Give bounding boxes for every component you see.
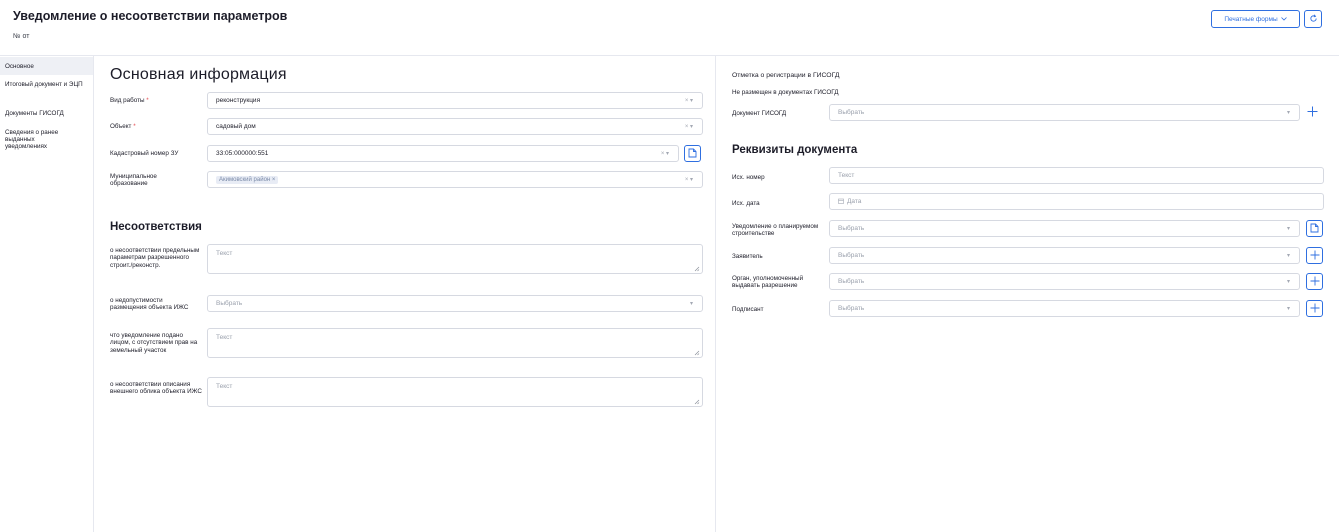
- gisogd-document-select[interactable]: Выбрать ▾: [829, 104, 1300, 121]
- signer-label: Подписант: [732, 306, 764, 313]
- page-title: Уведомление о несоответствии параметров: [13, 9, 288, 23]
- appearance-label: о несоответствии описания внешнего облик…: [110, 381, 202, 396]
- chevron-down-icon: ▾: [1286, 226, 1290, 232]
- object-select[interactable]: садовый дом × ▾: [207, 118, 703, 135]
- plus-icon: [1310, 276, 1320, 288]
- municipal-tag[interactable]: Акимовский район ×: [216, 175, 279, 184]
- registration-title: Отметка о регистрации в ГИСОГД: [732, 72, 840, 79]
- plus-icon: [1310, 303, 1320, 315]
- calendar-icon: [838, 198, 844, 206]
- gisogd-document-placeholder: Выбрать: [838, 109, 865, 116]
- resize-grip-icon[interactable]: [694, 266, 700, 272]
- chevron-down-icon: ▾: [1286, 279, 1290, 285]
- add-authority-button[interactable]: [1306, 273, 1323, 290]
- work-type-value: реконструкция: [216, 97, 261, 104]
- plus-icon: [1310, 250, 1320, 262]
- print-forms-button[interactable]: Печатные формы: [1211, 10, 1300, 28]
- out-number-input[interactable]: Текст: [829, 167, 1324, 184]
- inadmissible-label: о недопустимости размещения объекта ИЖС: [110, 297, 189, 312]
- municipal-select[interactable]: Акимовский район × × ▾: [207, 171, 703, 188]
- resize-grip-icon[interactable]: [694, 399, 700, 405]
- no-rights-textarea[interactable]: Текст: [207, 328, 703, 358]
- mismatch-params-placeholder: Текст: [216, 250, 233, 257]
- open-planned-notice-button[interactable]: [1306, 220, 1323, 237]
- refresh-icon: [1309, 13, 1318, 25]
- authority-label: Орган, уполномоченный выдавать разрешени…: [732, 275, 804, 290]
- authority-select[interactable]: Выбрать ▾: [829, 273, 1300, 290]
- chevron-down-icon: ▾: [689, 301, 693, 307]
- clear-chevron-icon: × ▾: [684, 98, 693, 104]
- inadmissible-placeholder: Выбрать: [216, 300, 243, 307]
- signer-select[interactable]: Выбрать ▾: [829, 300, 1300, 317]
- chevron-down-icon: [1280, 16, 1287, 23]
- sidebar-item-main[interactable]: Основное: [0, 57, 93, 75]
- work-type-select[interactable]: реконструкция × ▾: [207, 92, 703, 109]
- signer-placeholder: Выбрать: [838, 305, 865, 312]
- print-forms-label: Печатные формы: [1224, 15, 1278, 23]
- page-header: Уведомление о несоответствии параметров …: [0, 0, 1339, 56]
- out-number-placeholder: Текст: [838, 172, 855, 179]
- out-date-input[interactable]: Дата: [829, 193, 1324, 210]
- cadastral-value: 33:05:000000:551: [216, 150, 269, 157]
- sidebar-item-gisogd-documents[interactable]: Документы ГИСОГД: [0, 110, 93, 117]
- document-icon: [1310, 223, 1319, 235]
- municipal-label: Муниципальное образование: [110, 173, 157, 188]
- out-date-label: Исх. дата: [732, 200, 760, 207]
- appearance-placeholder: Текст: [216, 383, 233, 390]
- add-applicant-button[interactable]: [1306, 247, 1323, 264]
- planned-notice-placeholder: Выбрать: [838, 225, 865, 232]
- chevron-down-icon: ▾: [1286, 253, 1290, 259]
- registration-section: Отметка о регистрации в ГИСОГД Не размещ…: [717, 56, 1339, 532]
- cadastral-select[interactable]: 33:05:000000:551 × ▾: [207, 145, 679, 162]
- main-info-section: Основная информация Вид работы * реконст…: [94, 56, 716, 532]
- mismatch-params-textarea[interactable]: Текст: [207, 244, 703, 274]
- work-type-label: Вид работы *: [110, 97, 149, 104]
- plus-icon: [1307, 106, 1318, 119]
- authority-placeholder: Выбрать: [838, 278, 865, 285]
- planned-notice-select[interactable]: Выбрать ▾: [829, 220, 1300, 237]
- cadastral-label: Кадастровый номер ЗУ: [110, 150, 179, 157]
- document-number: № от: [13, 33, 30, 40]
- sidebar: Основное Итоговый документ и ЭЦП Докумен…: [0, 56, 94, 532]
- sidebar-item-final-document[interactable]: Итоговый документ и ЭЦП: [0, 81, 88, 88]
- refresh-button[interactable]: [1304, 10, 1322, 28]
- applicant-placeholder: Выбрать: [838, 252, 865, 259]
- document-icon: [688, 148, 697, 160]
- out-number-label: Исх. номер: [732, 174, 765, 181]
- mismatch-heading: Несоответствия: [110, 221, 202, 233]
- planned-notice-label: Уведомление о планируемом строительстве: [732, 223, 819, 238]
- chevron-down-icon: ▾: [1286, 110, 1290, 116]
- object-label: Объект *: [110, 123, 136, 130]
- object-value: садовый дом: [216, 123, 256, 130]
- add-gisogd-document-button[interactable]: [1304, 104, 1321, 121]
- add-signer-button[interactable]: [1306, 300, 1323, 317]
- mismatch-params-label: о несоответствии предельным параметрам р…: [110, 247, 200, 269]
- no-rights-label: что уведомление подано лицом, с отсутств…: [110, 332, 198, 354]
- main-info-heading: Основная информация: [110, 66, 287, 83]
- open-document-button[interactable]: [684, 145, 701, 162]
- registration-status: Не размещен в документах ГИСОГД: [732, 89, 839, 96]
- requisites-heading: Реквизиты документа: [732, 144, 858, 156]
- resize-grip-icon[interactable]: [694, 350, 700, 356]
- gisogd-document-label: Документ ГИСОГД: [732, 110, 787, 117]
- applicant-select[interactable]: Выбрать ▾: [829, 247, 1300, 264]
- clear-chevron-icon: × ▾: [684, 124, 693, 130]
- clear-chevron-icon: × ▾: [660, 151, 669, 157]
- clear-chevron-icon: × ▾: [684, 177, 693, 183]
- sidebar-item-previous-notices[interactable]: Сведения о ранее выданных уведомлениях: [0, 129, 70, 150]
- chevron-down-icon: ▾: [1286, 306, 1290, 312]
- out-date-placeholder: Дата: [847, 198, 862, 205]
- inadmissible-select[interactable]: Выбрать ▾: [207, 295, 703, 312]
- applicant-label: Заявитель: [732, 253, 763, 260]
- no-rights-placeholder: Текст: [216, 334, 233, 341]
- appearance-textarea[interactable]: Текст: [207, 377, 703, 407]
